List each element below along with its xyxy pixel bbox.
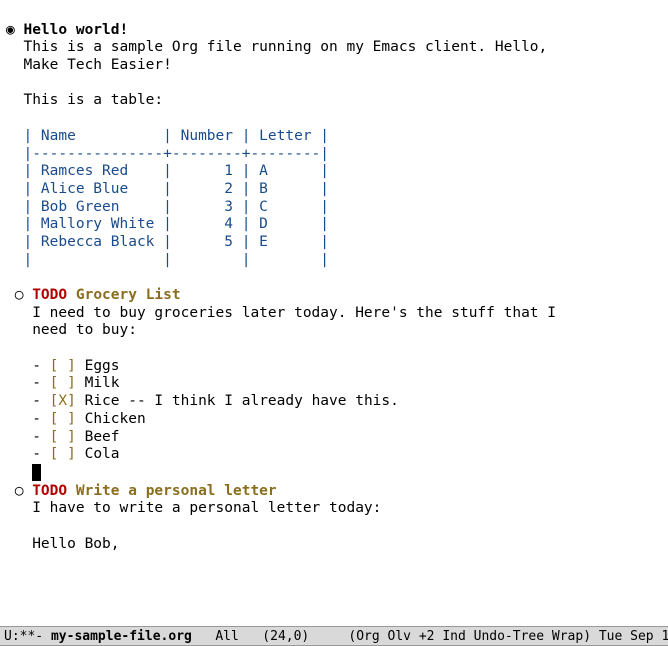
heading-level-2[interactable]: TODO Write a personal letter: [15, 483, 277, 499]
checkbox[interactable]: [ ]: [50, 375, 76, 391]
list-item: Beef: [85, 429, 120, 445]
body-text: need to buy:: [32, 322, 137, 338]
modeline-info: All (24,0) (Org Olv +2 Ind Undo-Tree Wra…: [192, 629, 668, 644]
table-row[interactable]: | Alice Blue | 2 | B |: [23, 181, 329, 197]
list-item: Chicken: [85, 411, 146, 427]
table-row[interactable]: | Bob Green | 3 | C |: [23, 199, 329, 215]
table-row[interactable]: | Rebecca Black | 5 | E |: [23, 234, 329, 250]
table-row[interactable]: | | | |: [23, 252, 329, 268]
todo-keyword[interactable]: TODO: [32, 483, 67, 499]
checkbox[interactable]: [ ]: [50, 446, 76, 462]
table-row[interactable]: | Ramces Red | 1 | A |: [23, 163, 329, 179]
heading-text: Write a personal letter: [76, 483, 277, 499]
body-text: This is a sample Org file running on my …: [23, 39, 547, 55]
cursor: [32, 464, 41, 481]
modeline-filename: my-sample-file.org: [51, 629, 192, 644]
checkbox[interactable]: [X]: [50, 393, 76, 409]
editor-buffer[interactable]: Hello world! This is a sample Org file r…: [0, 0, 668, 553]
heading-level-2[interactable]: TODO Grocery List: [15, 287, 181, 303]
mode-line[interactable]: U:**- my-sample-file.org All (24,0) (Org…: [0, 626, 668, 646]
checkbox[interactable]: [ ]: [50, 429, 76, 445]
org-table-header[interactable]: | Name | Number | Letter |: [23, 128, 329, 144]
list-item: Cola: [85, 446, 120, 462]
heading-level-1[interactable]: Hello world!: [6, 22, 128, 38]
body-text: Hello Bob,: [32, 536, 119, 552]
modeline-status: U:**-: [4, 629, 51, 644]
heading-text: Hello world!: [23, 22, 128, 38]
body-text: I need to buy groceries later today. Her…: [32, 305, 556, 321]
body-text: Make Tech Easier!: [23, 57, 171, 73]
body-text: This is a table:: [23, 92, 163, 108]
checkbox[interactable]: [ ]: [50, 411, 76, 427]
org-table-divider: |---------------+--------+--------|: [23, 146, 329, 162]
heading-text: Grocery List: [76, 287, 181, 303]
todo-keyword[interactable]: TODO: [32, 287, 67, 303]
list-item: Eggs: [85, 358, 120, 374]
list-item: Rice -- I think I already have this.: [85, 393, 399, 409]
table-row[interactable]: | Mallory White | 4 | D |: [23, 216, 329, 232]
list-item: Milk: [85, 375, 120, 391]
checkbox[interactable]: [ ]: [50, 358, 76, 374]
body-text: I have to write a personal letter today:: [32, 500, 381, 516]
